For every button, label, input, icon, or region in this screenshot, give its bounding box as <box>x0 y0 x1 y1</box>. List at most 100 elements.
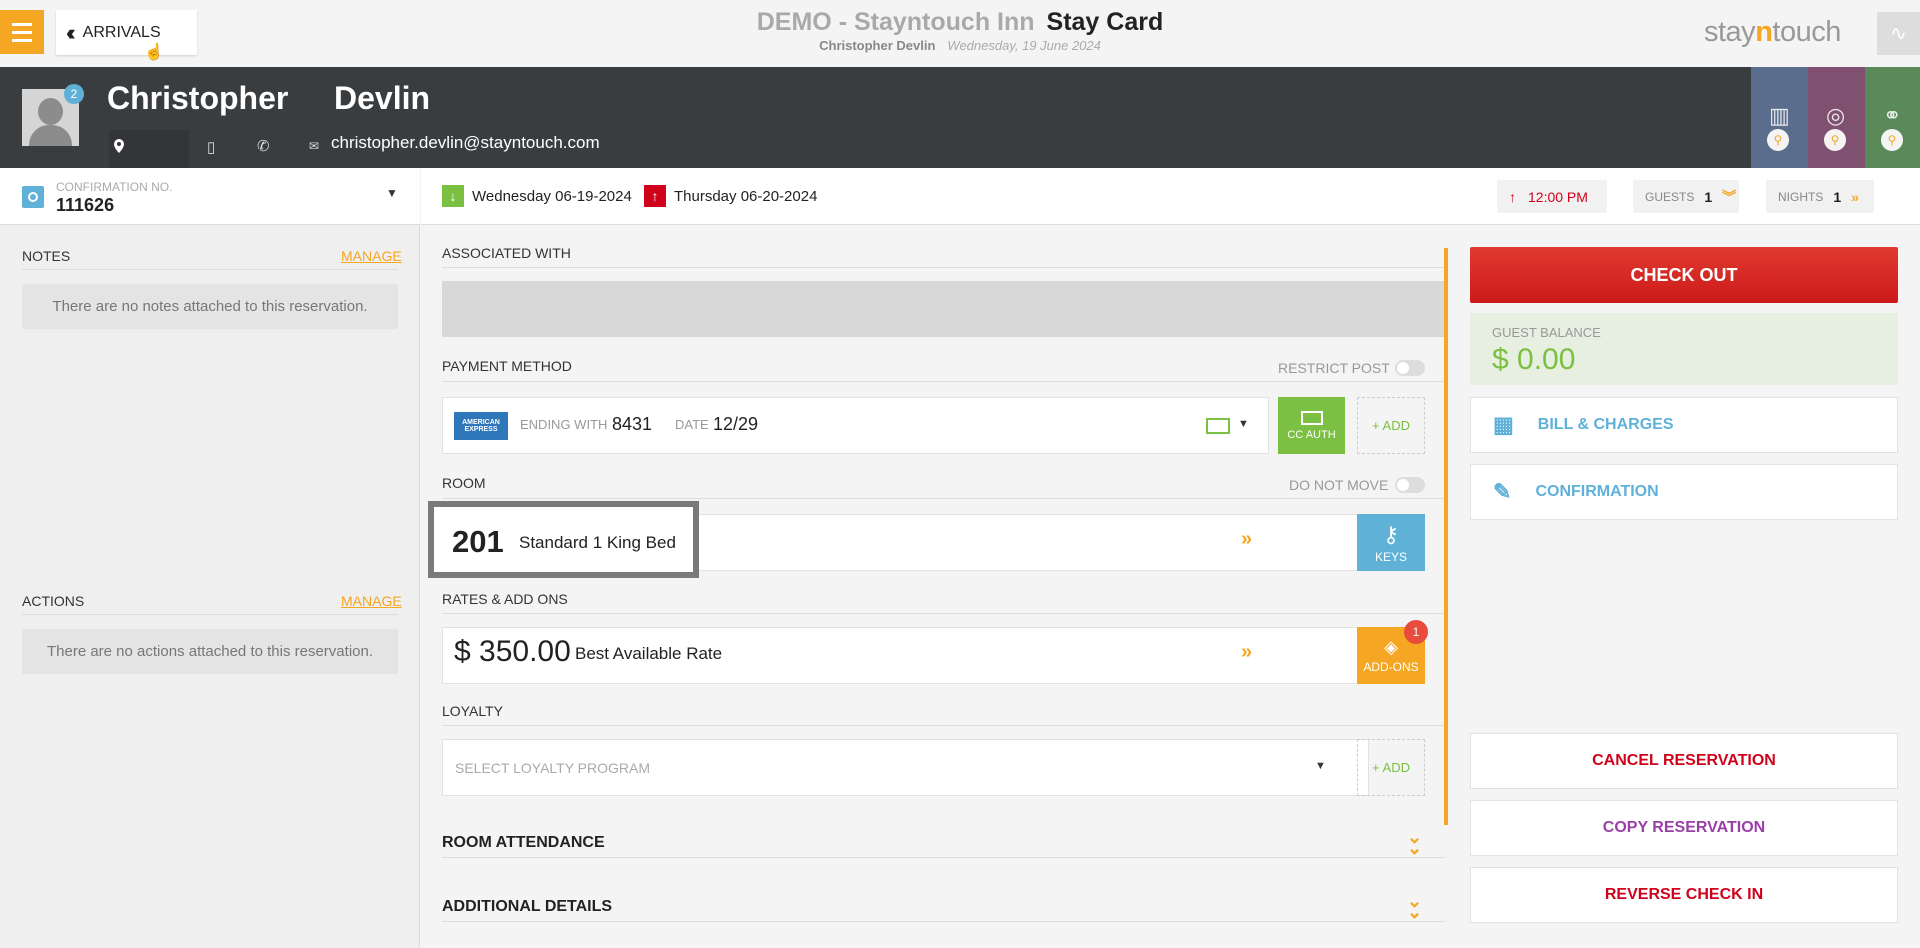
chevron-down-icon: ︾ <box>1722 188 1737 205</box>
arrow-up-icon: ↑ <box>1509 188 1516 205</box>
credit-card-icon <box>1206 418 1230 434</box>
card-ending: 8431 <box>612 414 653 434</box>
confirmation-number: 111626 <box>56 195 115 215</box>
arrival-date[interactable]: ↓ Wednesday 06-19-2024 <box>442 185 632 207</box>
calculator-icon: ▦ <box>1493 412 1514 437</box>
notes-empty: There are no notes attached to this rese… <box>22 284 398 329</box>
copy-reservation-button[interactable]: COPY RESERVATION <box>1470 800 1898 856</box>
arrow-down-icon: ↓ <box>442 185 464 207</box>
room-attendance-toggle[interactable]: ROOM ATTENDANCE <box>442 834 605 852</box>
chevron-right-icon[interactable]: » <box>1241 528 1252 551</box>
rates-label: RATES & ADD ONS <box>442 591 568 607</box>
avatar-badge: 2 <box>64 84 84 104</box>
add-ons-count-badge: 1 <box>1404 620 1428 644</box>
add-payment-button[interactable]: + ADD <box>1357 397 1425 454</box>
guest-email[interactable]: christopher.devlin@stayntouch.com <box>331 133 600 153</box>
stayntouch-logo: stayntouch <box>1704 16 1841 48</box>
nights-counter[interactable]: NIGHTS 1 » <box>1766 180 1874 213</box>
divider <box>442 498 1445 499</box>
divider <box>442 725 1445 726</box>
search-icon: ⚲ <box>1881 129 1903 151</box>
check-out-button[interactable]: CHECK OUT <box>1470 247 1898 303</box>
pencil-icon: ✎ <box>1493 479 1512 504</box>
cancel-reservation-button[interactable]: CANCEL RESERVATION <box>1470 733 1898 789</box>
divider <box>442 267 1445 268</box>
confirmation-button[interactable]: ✎ CONFIRMATION <box>1470 464 1898 520</box>
email-icon: ✉ <box>309 139 320 153</box>
mobile-phone-icon[interactable]: ▯ <box>207 138 215 156</box>
reverse-check-in-button[interactable]: REVERSE CHECK IN <box>1470 867 1898 923</box>
actions-title: ACTIONS <box>22 593 85 609</box>
main-panel: ↓ Wednesday 06-19-2024 ↑ Thursday 06-20-… <box>421 168 1920 948</box>
guests-counter[interactable]: GUESTS 1 ︾ <box>1633 180 1739 213</box>
top-bar: ‹‹ ARRIVALS ☝ DEMO - Stayntouch Inn Stay … <box>0 0 1920 67</box>
rate-amount: $ 350.00 <box>454 635 571 668</box>
room-number[interactable]: 201 <box>452 524 504 560</box>
chevron-right-icon: » <box>1851 188 1859 205</box>
bill-and-charges-button[interactable]: ▦ BILL & CHARGES <box>1470 397 1898 453</box>
guest-first-name[interactable]: Christopher <box>107 80 288 117</box>
loyalty-select[interactable]: SELECT LOYALTY PROGRAM ▼ <box>442 739 1369 796</box>
guest-balance: GUEST BALANCE $ 0.00 <box>1470 313 1898 385</box>
divider <box>22 269 398 270</box>
header-guest-name: Christopher Devlin <box>819 38 936 53</box>
notes-manage-link[interactable]: MANAGE <box>341 248 402 264</box>
chevron-down-icon[interactable]: ⌄ ⌄ <box>1407 828 1422 856</box>
notes-title: NOTES <box>22 248 71 264</box>
loyalty-label: LOYALTY <box>442 703 503 719</box>
add-loyalty-button[interactable]: + ADD <box>1357 739 1425 796</box>
chevron-right-icon[interactable]: » <box>1241 641 1252 664</box>
page-header: DEMO - Stayntouch Inn Stay Card Christoph… <box>740 8 1180 53</box>
guest-last-name[interactable]: Devlin <box>334 80 430 117</box>
caret-down-icon: ▼ <box>1315 760 1326 772</box>
associated-label: ASSOCIATED WITH <box>442 245 571 261</box>
caret-down-icon[interactable]: ▼ <box>1238 418 1249 430</box>
tile-web[interactable]: ◎ ⚲ <box>1808 67 1865 168</box>
actions-empty: There are no actions attached to this re… <box>22 629 398 674</box>
restrict-post-label: RESTRICT POST <box>1278 360 1390 376</box>
tile-hotel[interactable]: ▥ ⚲ <box>1751 67 1808 168</box>
divider <box>442 921 1445 922</box>
divider <box>442 613 1445 614</box>
guest-header: 2 Christopher Devlin ▯ ✆ ✉ christopher.d… <box>0 67 1920 168</box>
confirmation-selector[interactable]: CONFIRMATION NO. 111626 ▼ <box>0 168 420 225</box>
search-icon: ⚲ <box>1767 129 1789 151</box>
caret-down-icon[interactable]: ▼ <box>386 186 398 200</box>
additional-details-toggle[interactable]: ADDITIONAL DETAILS <box>442 898 612 916</box>
menu-button[interactable] <box>0 10 44 54</box>
room-type: Standard 1 King Bed <box>519 533 676 552</box>
activity-icon[interactable]: ∿ <box>1877 12 1920 55</box>
tile-group[interactable]: ⚭ ⚲ <box>1865 67 1920 168</box>
divider <box>442 857 1445 858</box>
do-not-move-toggle[interactable] <box>1395 477 1425 493</box>
restrict-post-toggle[interactable] <box>1395 360 1425 376</box>
card-expiry: 12/29 <box>713 414 759 434</box>
globe-icon: ◎ <box>1826 103 1846 128</box>
rate-name: Best Available Rate <box>575 644 723 663</box>
payment-label: PAYMENT METHOD <box>442 358 572 374</box>
credit-card-icon <box>1300 410 1323 425</box>
chevron-down-icon[interactable]: ⌄ ⌄ <box>1407 892 1422 920</box>
telephone-icon[interactable]: ✆ <box>257 137 270 155</box>
keys-button[interactable]: ⚷ KEYS <box>1357 514 1425 571</box>
location-pin-icon[interactable] <box>109 130 189 168</box>
associated-with-field[interactable] <box>442 281 1445 337</box>
amex-logo-icon: AMERICAN EXPRESS <box>454 412 508 440</box>
hotel-name: DEMO - Stayntouch Inn <box>756 8 1035 36</box>
checkout-time[interactable]: ↑ 12:00 PM <box>1497 180 1607 213</box>
payment-method-card[interactable]: AMERICAN EXPRESS ENDING WITH 8431 DATE 12… <box>442 397 1269 454</box>
building-icon: ▥ <box>1769 103 1790 128</box>
scroll-indicator <box>1444 248 1448 825</box>
departure-date[interactable]: ↑ Thursday 06-20-2024 <box>644 185 817 207</box>
actions-manage-link[interactable]: MANAGE <box>341 593 402 609</box>
do-not-move-label: DO NOT MOVE <box>1289 477 1389 493</box>
page-title: Stay Card <box>1046 8 1164 36</box>
cc-auth-button[interactable]: CC AUTH <box>1278 397 1345 454</box>
arrow-up-icon: ↑ <box>644 185 666 207</box>
room-label: ROOM <box>442 475 486 491</box>
header-date: Wednesday, 19 June 2024 <box>947 38 1101 53</box>
back-to-arrivals-button[interactable]: ‹‹ ARRIVALS <box>56 10 197 55</box>
confirmation-label: CONFIRMATION NO. <box>56 180 173 194</box>
circles-icon: ⚭ <box>1883 103 1902 128</box>
divider <box>442 381 1445 382</box>
